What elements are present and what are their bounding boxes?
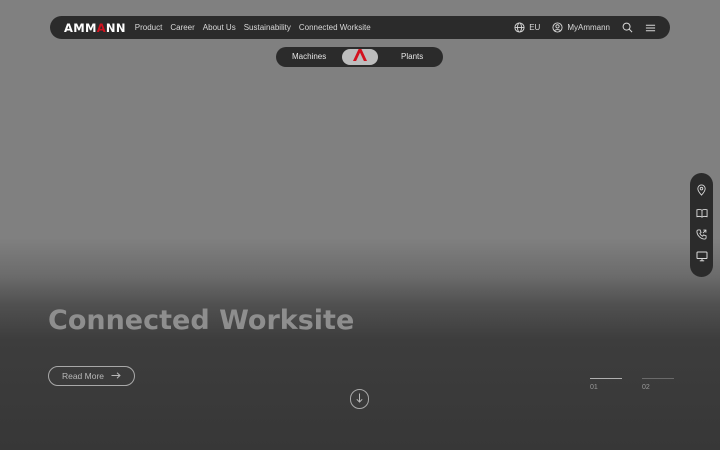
switch-option-plants[interactable]: Plants: [401, 52, 423, 61]
slide-number: 01: [590, 384, 598, 391]
slide-progress-bar: [642, 378, 674, 379]
slide-indicator-02[interactable]: 02: [642, 378, 674, 391]
main-nav: Product Career About Us Sustainability C…: [135, 23, 371, 32]
ammann-a-logo-icon: [353, 48, 367, 66]
slide-number: 02: [642, 384, 650, 391]
nav-link-career[interactable]: Career: [170, 23, 194, 32]
top-navigation-bar: AMM A NN Product Career About Us Sustainab…: [50, 16, 670, 39]
switch-toggle-knob[interactable]: [342, 49, 378, 65]
nav-utilities: EU MyAmmann: [514, 22, 656, 33]
slide-indicator-01[interactable]: 01: [590, 378, 622, 391]
hero-title: Connected Worksite: [48, 305, 355, 336]
switch-option-machines[interactable]: Machines: [292, 52, 326, 61]
side-toolbar: [690, 173, 713, 277]
logo-text-accent: A: [96, 20, 106, 35]
arrow-right-icon: [111, 371, 121, 381]
ammann-logo[interactable]: AMM A NN: [64, 21, 126, 35]
book-icon: [695, 205, 708, 223]
nav-link-connected-worksite[interactable]: Connected Worksite: [299, 23, 371, 32]
read-more-button[interactable]: Read More: [48, 366, 135, 386]
brochure-button[interactable]: [694, 206, 710, 222]
user-circle-icon: [552, 22, 563, 33]
nav-link-sustainability[interactable]: Sustainability: [244, 23, 291, 32]
location-button[interactable]: [694, 184, 710, 200]
logo-text-left: AMM: [64, 20, 97, 35]
location-pin-icon: [696, 183, 707, 201]
account-label: MyAmmann: [567, 23, 610, 32]
scroll-down-button[interactable]: [350, 389, 369, 409]
globe-icon: [514, 22, 525, 33]
arrow-down-icon: [356, 390, 363, 408]
search-icon[interactable]: [622, 22, 633, 33]
logo-text-right: NN: [105, 20, 126, 35]
monitor-icon: [696, 249, 708, 267]
contact-button[interactable]: [694, 228, 710, 244]
demo-button[interactable]: [694, 250, 710, 266]
hamburger-menu-icon[interactable]: [645, 23, 656, 33]
read-more-label: Read More: [61, 371, 105, 381]
nav-link-product[interactable]: Product: [135, 23, 163, 32]
machines-plants-switch: Machines Plants: [276, 47, 443, 67]
slide-progress-bar: [590, 378, 622, 379]
my-ammann-button[interactable]: MyAmmann: [552, 22, 610, 33]
phone-icon: [696, 227, 707, 245]
region-selector[interactable]: EU: [514, 22, 540, 33]
nav-link-about-us[interactable]: About Us: [203, 23, 236, 32]
region-label: EU: [529, 23, 541, 32]
